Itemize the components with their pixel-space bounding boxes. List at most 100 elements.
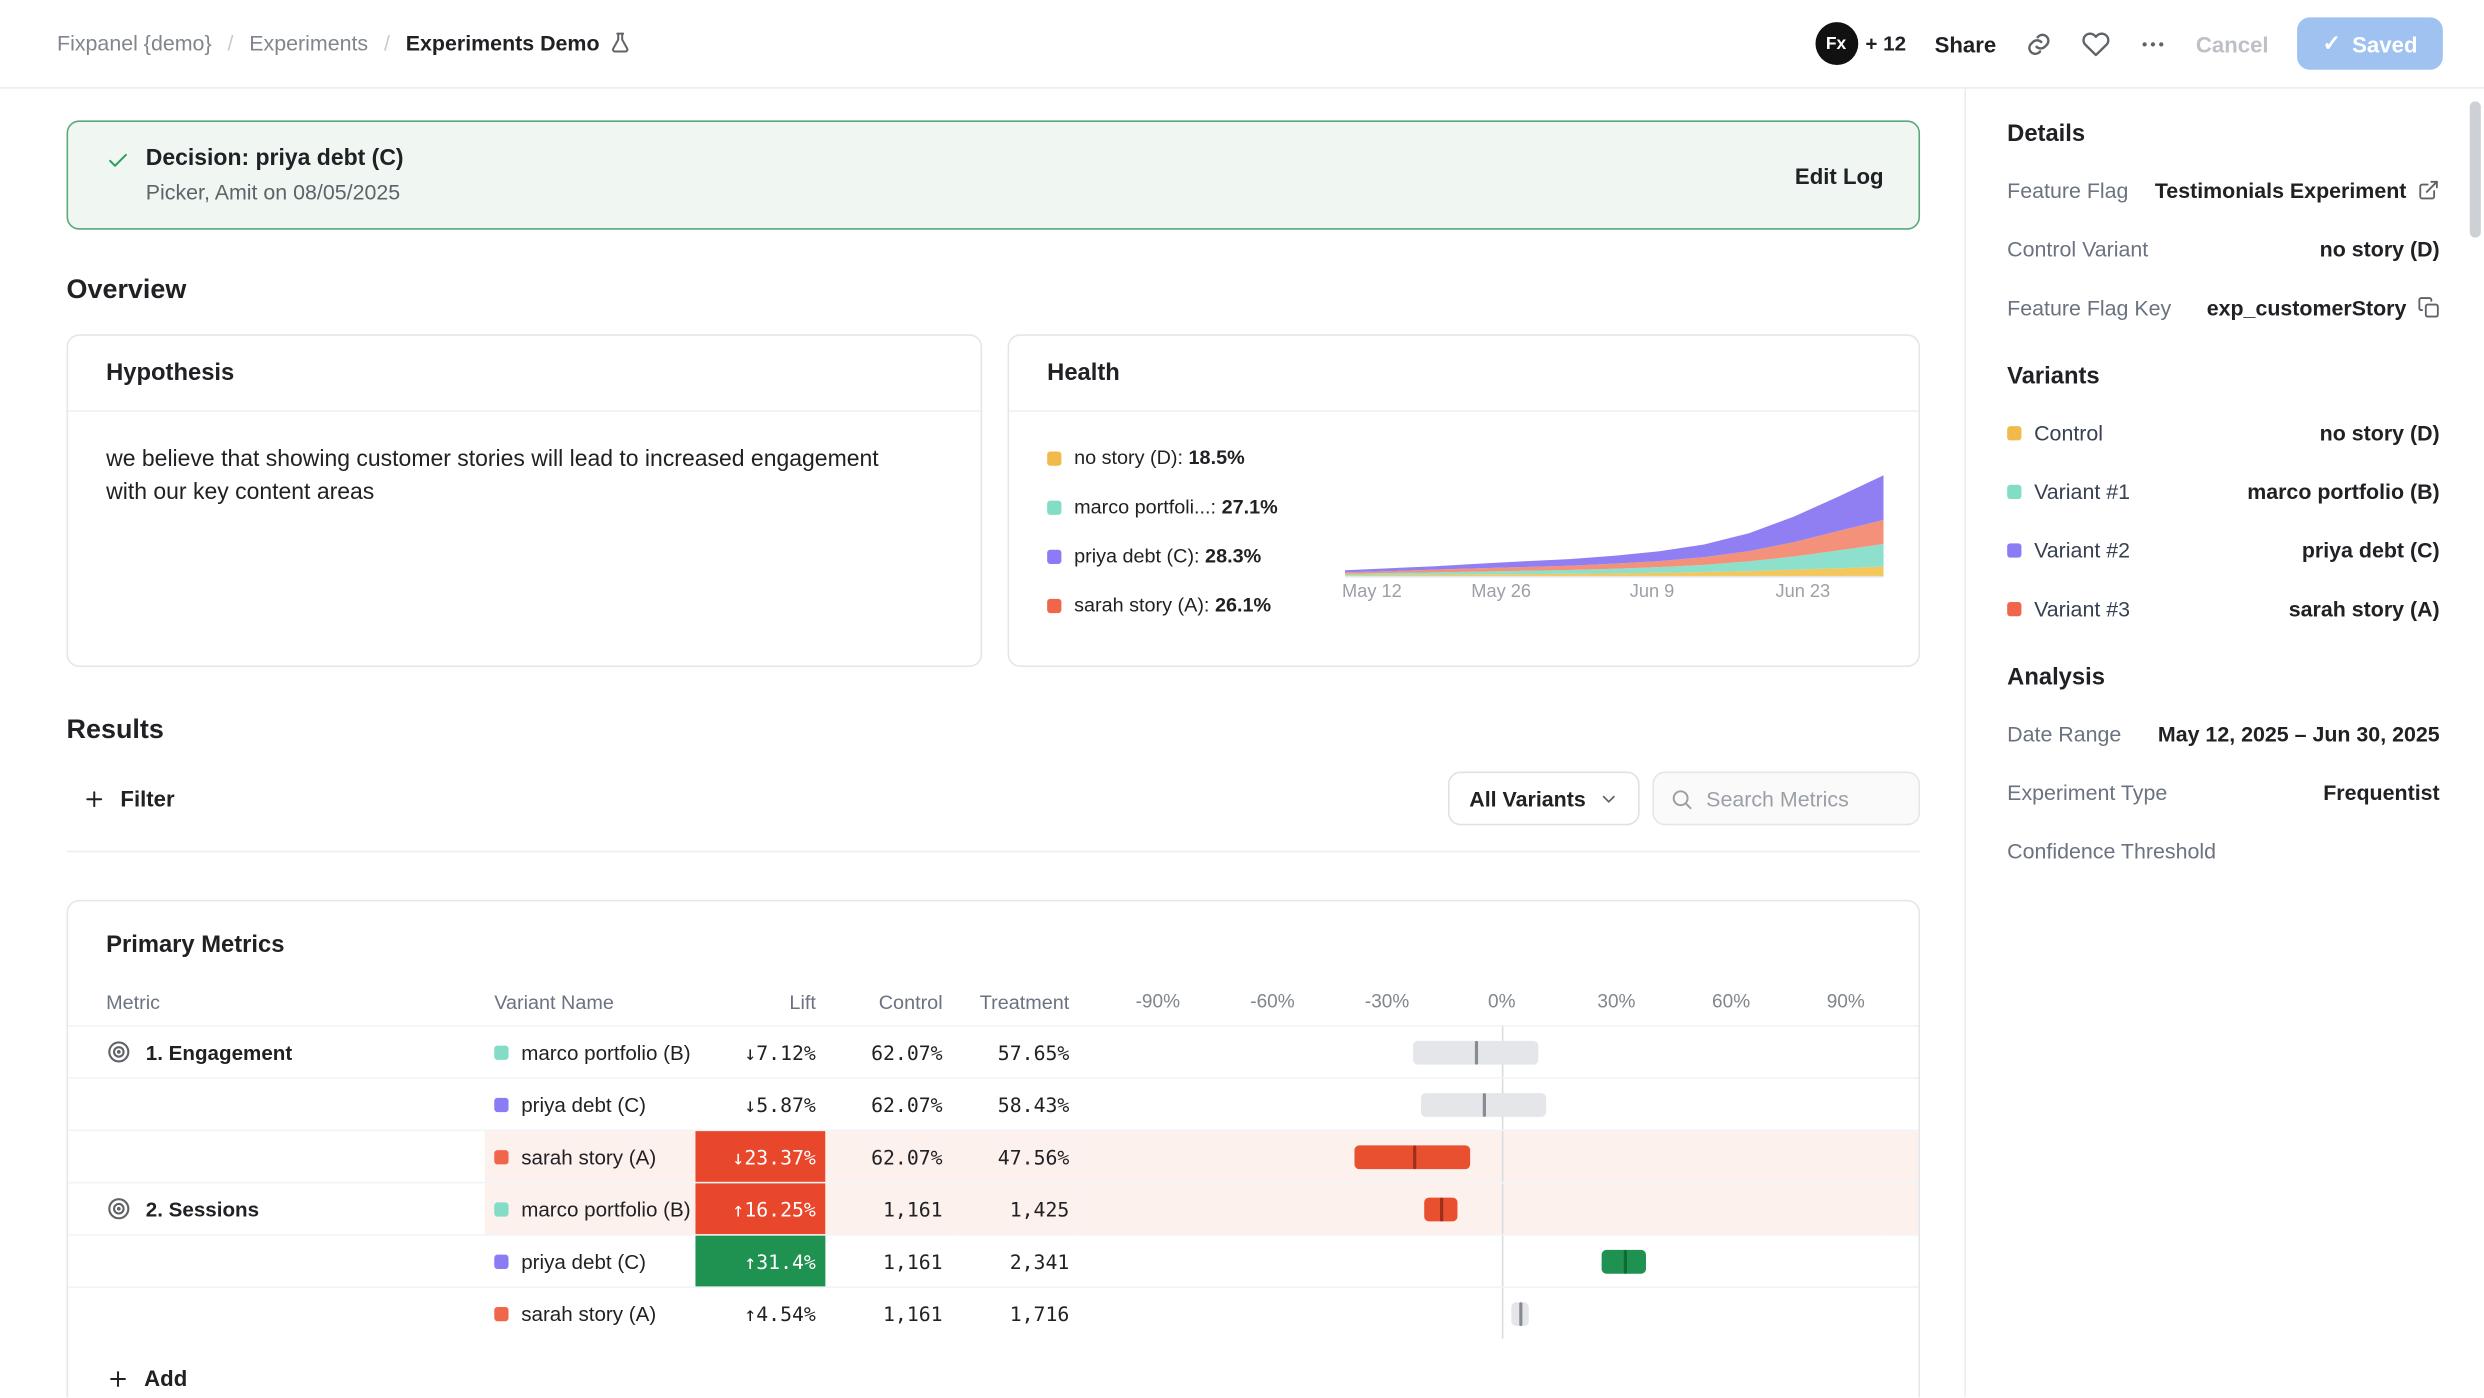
variant-name: sarah story (A) [521,1301,656,1325]
details-heading: Details [2007,120,2439,147]
chevron-down-icon [1598,788,1619,809]
lift-cell: ↓7.12% [695,1027,825,1078]
confidence-chart-cell [1079,1027,1881,1078]
hypothesis-text: we believe that showing customer stories… [68,412,955,542]
hypothesis-card-title: Hypothesis [68,336,980,412]
avatar[interactable]: Fx [1815,22,1858,65]
feature-flag-key-label: Feature Flag Key [2007,295,2171,319]
lift-axis: -90%-60%-30%0%30%60%90% [1079,981,1881,1025]
metric-row[interactable]: 1. Engagement marco portfolio (B)↓7.12% 62… [68,1025,1918,1077]
breadcrumb-separator: / [384,32,390,56]
analysis-heading: Analysis [2007,664,2439,691]
search-metrics-input[interactable] [1706,787,1896,811]
variant-color-swatch [494,1097,508,1111]
external-link-icon[interactable] [2417,179,2439,201]
variant-color-swatch [494,1202,508,1216]
filter-button[interactable]: Filter [67,776,191,820]
date-range-row: Date Range May 12, 2025 – Jun 30, 2025 [2007,719,2439,748]
variant-cell: marco portfolio (B) [485,1027,696,1078]
row-padding [1880,1079,1918,1130]
add-metric-button[interactable]: Add [68,1339,225,1398]
copy-link-icon[interactable] [2025,29,2054,58]
collaborators[interactable]: Fx + 12 [1815,22,1906,65]
x-axis-label: Jun 9 [1630,583,1675,602]
copy-icon[interactable] [2417,296,2439,318]
variants-list: Controlno story (D)Variant #1marco portf… [2007,418,2439,622]
axis-tick-label: 0% [1488,990,1515,1012]
lift-value: ↑31.4% [744,1249,816,1273]
control-cell: 1,161 [825,1288,952,1339]
control-variant-value: no story (D) [2320,237,2440,261]
treatment-value: 2,341 [1010,1249,1070,1273]
variant-label: Variant #2 [2007,538,2130,562]
experiment-type-row: Experiment Type Frequentist [2007,778,2439,807]
metrics-search [1652,772,1920,826]
control-variant-row: Control Variant no story (D) [2007,234,2439,263]
control-value: 62.07% [871,1040,943,1064]
variant-color-swatch [494,1045,508,1059]
decision-check-icon [106,149,130,173]
treatment-value: 57.65% [998,1040,1070,1064]
target-icon [106,1196,131,1221]
variant-value: marco portfolio (B) [2247,479,2439,503]
variants-dropdown[interactable]: All Variants [1449,772,1640,826]
point-estimate-tick [1623,1250,1626,1274]
cancel-button[interactable]: Cancel [2196,31,2269,56]
metric-row[interactable]: sarah story (A)↑4.54%1,1611,716 [68,1286,1918,1338]
variants-dropdown-label: All Variants [1469,787,1586,811]
control-cell: 62.07% [825,1131,952,1182]
control-cell: 1,161 [825,1236,952,1287]
metrics-table-header: Metric Variant Name Lift Control Treatme… [68,981,1918,1025]
health-legend: no story (D): 18.5%marco portfoli...: 27… [1047,437,1329,643]
metric-cell [68,1288,485,1339]
variant-slot-name: Variant #1 [2034,479,2130,503]
legend-value: 27.1% [1222,496,1278,518]
breadcrumb-project[interactable]: Fixpanel {demo} [57,32,212,56]
point-estimate-tick [1519,1302,1522,1326]
breadcrumb-experiments[interactable]: Experiments [249,32,368,56]
scrollbar[interactable] [2470,95,2481,1385]
scrollbar-thumb[interactable] [2470,101,2481,237]
health-legend-item: sarah story (A): 26.1% [1047,594,1329,616]
legend-label: sarah story (A): 26.1% [1074,594,1271,616]
variant-label: Control [2007,421,2103,445]
primary-metrics-card: Primary Metrics Metric Variant Name Lift… [67,900,1921,1397]
treatment-cell: 2,341 [952,1236,1079,1287]
more-options-icon[interactable] [2139,29,2168,58]
metric-row[interactable]: priya debt (C)↓5.87%62.07%58.43% [68,1077,1918,1129]
metric-row[interactable]: sarah story (A)↓23.37%62.07%47.56% [68,1130,1918,1182]
add-metric-label: Add [144,1366,187,1391]
metric-row[interactable]: priya debt (C)↑31.4%1,1612,341 [68,1234,1918,1286]
variant-label: Variant #1 [2007,479,2130,503]
legend-label: no story (D): 18.5% [1074,447,1245,469]
confidence-chart-cell [1079,1288,1881,1339]
confidence-chart-cell [1079,1236,1881,1287]
feature-flag-value[interactable]: Testimonials Experiment [2155,178,2407,202]
row-padding [1880,1236,1918,1287]
feature-flag-label: Feature Flag [2007,178,2128,202]
page-title: Experiments Demo [406,32,600,56]
breadcrumb-separator: / [227,32,233,56]
edit-log-button[interactable]: Edit Log [1795,163,1884,188]
experiment-type-label: Experiment Type [2007,780,2167,804]
metric-row[interactable]: 2. Sessionsmarco portfolio (B)↑16.25%1,1… [68,1182,1918,1234]
experiment-type-value: Frequentist [2323,780,2439,804]
point-estimate-tick [1483,1093,1486,1117]
axis-tick-label: 60% [1712,990,1750,1012]
variant-value: priya debt (C) [2302,538,2440,562]
metric-name: 1. Engagement [146,1040,292,1064]
divider [67,851,1921,853]
variant-row: Variant #2 priya debt (C) [2007,535,2439,564]
lift-value: ↓23.37% [732,1145,815,1169]
saved-button[interactable]: ✓ Saved [2297,17,2443,69]
lift-cell: ↑4.54% [695,1288,825,1339]
health-legend-item: no story (D): 18.5% [1047,447,1329,469]
legend-value: 26.1% [1215,594,1271,616]
favorite-heart-icon[interactable] [2082,29,2111,58]
feature-flag-key-value: exp_customerStory [2207,295,2407,319]
share-button[interactable]: Share [1935,31,1997,56]
metric-cell: 2. Sessions [68,1183,485,1234]
lift-cell: ↓23.37% [695,1131,825,1182]
variant-color-swatch [494,1254,508,1268]
x-axis-label: Jun 23 [1775,583,1830,602]
